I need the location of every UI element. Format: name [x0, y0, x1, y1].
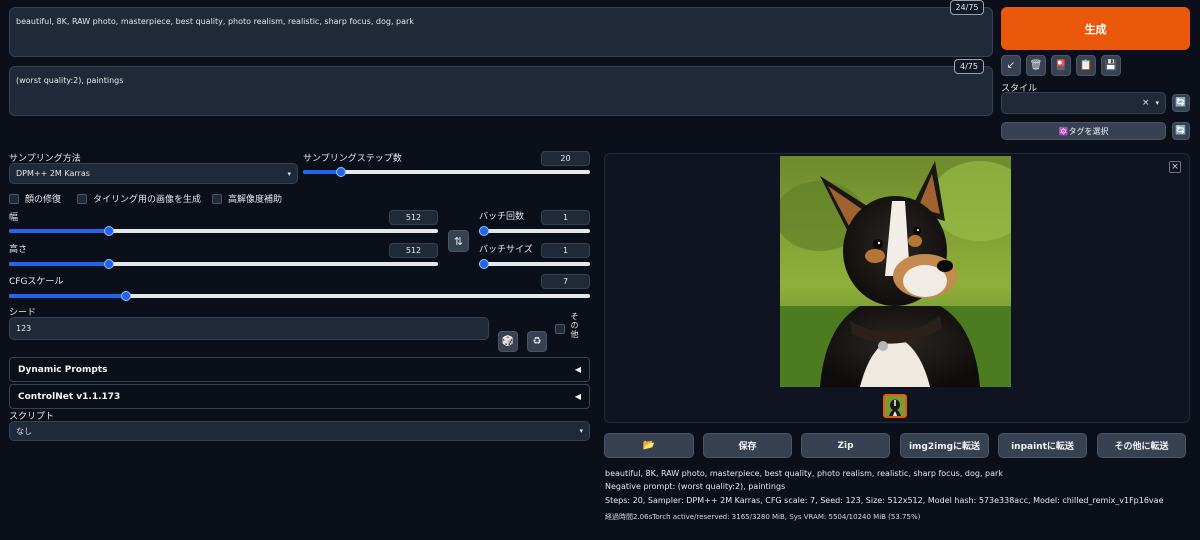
slider-thumb[interactable]: [103, 259, 114, 269]
controlnet-accordion[interactable]: ControlNet v1.1.173 ◀: [9, 384, 590, 409]
script-value: なし: [16, 426, 32, 436]
dynamic-prompts-accordion[interactable]: Dynamic Prompts ◀: [9, 357, 590, 382]
prompt-token-counter: 24/75: [950, 0, 984, 15]
height-input[interactable]: 512: [389, 243, 438, 258]
chevron-down-icon: ▾: [1155, 99, 1159, 107]
width-label: 幅: [9, 213, 19, 223]
sampling-method-dropdown[interactable]: DPM++ 2M Karras ▾: [9, 163, 298, 184]
gallery-thumbnail[interactable]: [883, 394, 907, 418]
sampling-method-value: DPM++ 2M Karras: [16, 169, 90, 178]
slider-thumb[interactable]: [103, 226, 114, 236]
sampling-steps-input[interactable]: 20: [541, 151, 590, 166]
seed-extra-checkbox[interactable]: その他: [555, 312, 580, 339]
seed-input[interactable]: 123: [9, 317, 489, 340]
refresh-styles-icon[interactable]: 🔄: [1172, 94, 1190, 112]
slider-fill: [9, 262, 108, 266]
slider-fill: [303, 170, 341, 174]
checkbox-box[interactable]: [212, 193, 222, 204]
gallery-close-icon[interactable]: ×: [1169, 161, 1181, 173]
batch-size-input[interactable]: 1: [541, 243, 590, 258]
negative-prompt-input[interactable]: (worst quality:2), paintings: [9, 66, 993, 116]
dice-icon[interactable]: 🎲: [498, 331, 518, 352]
negative-prompt-token-counter: 4/75: [954, 59, 984, 74]
restore-faces-label: 顔の修復: [25, 195, 62, 205]
generated-image[interactable]: [780, 156, 1011, 387]
batch-size-label: バッチサイズ: [479, 245, 533, 255]
seed-value: 123: [16, 324, 32, 333]
slider-thumb[interactable]: [479, 226, 489, 236]
batch-size-slider[interactable]: [479, 259, 590, 269]
batch-count-input[interactable]: 1: [541, 210, 590, 225]
hires-fix-label: 高解像度補助: [228, 195, 283, 205]
send-to-inpaint-button[interactable]: inpaintに転送: [998, 433, 1087, 458]
generation-info-prompt: beautiful, 8K, RAW photo, masterpiece, b…: [605, 469, 1003, 478]
restore-faces-checkbox[interactable]: 顔の修復: [9, 192, 61, 205]
save-button[interactable]: 保存: [703, 433, 792, 458]
height-label: 高さ: [9, 245, 28, 255]
batch-count-slider[interactable]: [479, 226, 590, 236]
clear-icon[interactable]: ×: [1142, 98, 1150, 108]
generation-timing: 経過時間2.06sTorch active/reserved: 3165/328…: [605, 513, 921, 521]
trash-icon[interactable]: 🗑: [1026, 55, 1046, 76]
height-slider[interactable]: [9, 259, 438, 269]
read-params-icon[interactable]: ↙: [1001, 55, 1021, 76]
generate-button[interactable]: 生成: [1001, 7, 1190, 50]
slider-thumb[interactable]: [336, 167, 347, 177]
recycle-icon[interactable]: ♻: [527, 331, 547, 352]
seed-extra-label: その他: [570, 312, 579, 339]
checkbox-box[interactable]: [77, 193, 87, 204]
zip-button[interactable]: Zip: [801, 433, 890, 458]
sampling-steps-label: サンプリングステップ数: [303, 154, 402, 164]
batch-count-label: バッチ回数: [479, 212, 525, 222]
slider-thumb[interactable]: [479, 259, 489, 269]
open-folder-button[interactable]: 📂: [604, 433, 694, 458]
slider-thumb[interactable]: [121, 291, 132, 301]
extra-networks-icon[interactable]: 🎴: [1051, 55, 1071, 76]
save-style-icon[interactable]: 💾: [1101, 55, 1121, 76]
cfg-scale-label: CFGスケール: [9, 277, 64, 287]
controlnet-title: ControlNet v1.1.173: [18, 391, 121, 402]
slider-fill: [9, 294, 126, 298]
checkbox-box[interactable]: [555, 324, 565, 334]
tiling-label: タイリング用の画像を生成: [93, 195, 202, 205]
cfg-scale-input[interactable]: 7: [541, 274, 590, 289]
prompt-input[interactable]: beautiful, 8K, RAW photo, masterpiece, b…: [9, 7, 993, 57]
generation-info-params: Steps: 20, Sampler: DPM++ 2M Karras, CFG…: [605, 496, 1164, 505]
style-dropdown[interactable]: × ▾: [1001, 92, 1166, 114]
collapse-arrow-icon: ◀: [574, 365, 581, 374]
hires-fix-checkbox[interactable]: 高解像度補助: [212, 192, 282, 205]
send-to-extras-button[interactable]: その他に転送: [1097, 433, 1186, 458]
swap-dimensions-icon[interactable]: ⇅: [448, 230, 469, 252]
refresh-tags-icon[interactable]: 🔄: [1172, 122, 1190, 140]
generation-info-negative: Negative prompt: (worst quality:2), pain…: [605, 482, 786, 491]
cfg-scale-slider[interactable]: [9, 291, 590, 301]
sampling-steps-slider[interactable]: [303, 167, 590, 177]
checkbox-box[interactable]: [9, 193, 19, 204]
width-slider[interactable]: [9, 226, 438, 236]
chevron-down-icon: ▾: [579, 427, 583, 435]
tiling-checkbox[interactable]: タイリング用の画像を生成: [77, 192, 201, 205]
collapse-arrow-icon: ◀: [574, 392, 581, 401]
tag-select-button[interactable]: 🔯タグを選択: [1001, 122, 1166, 140]
slider-fill: [9, 229, 108, 233]
dynamic-prompts-title: Dynamic Prompts: [18, 364, 108, 375]
send-to-img2img-button[interactable]: img2imgに転送: [900, 433, 989, 458]
chevron-down-icon: ▾: [287, 169, 291, 178]
width-input[interactable]: 512: [389, 210, 438, 225]
script-dropdown[interactable]: なし ▾: [9, 421, 590, 441]
clipboard-icon[interactable]: 📋: [1076, 55, 1096, 76]
